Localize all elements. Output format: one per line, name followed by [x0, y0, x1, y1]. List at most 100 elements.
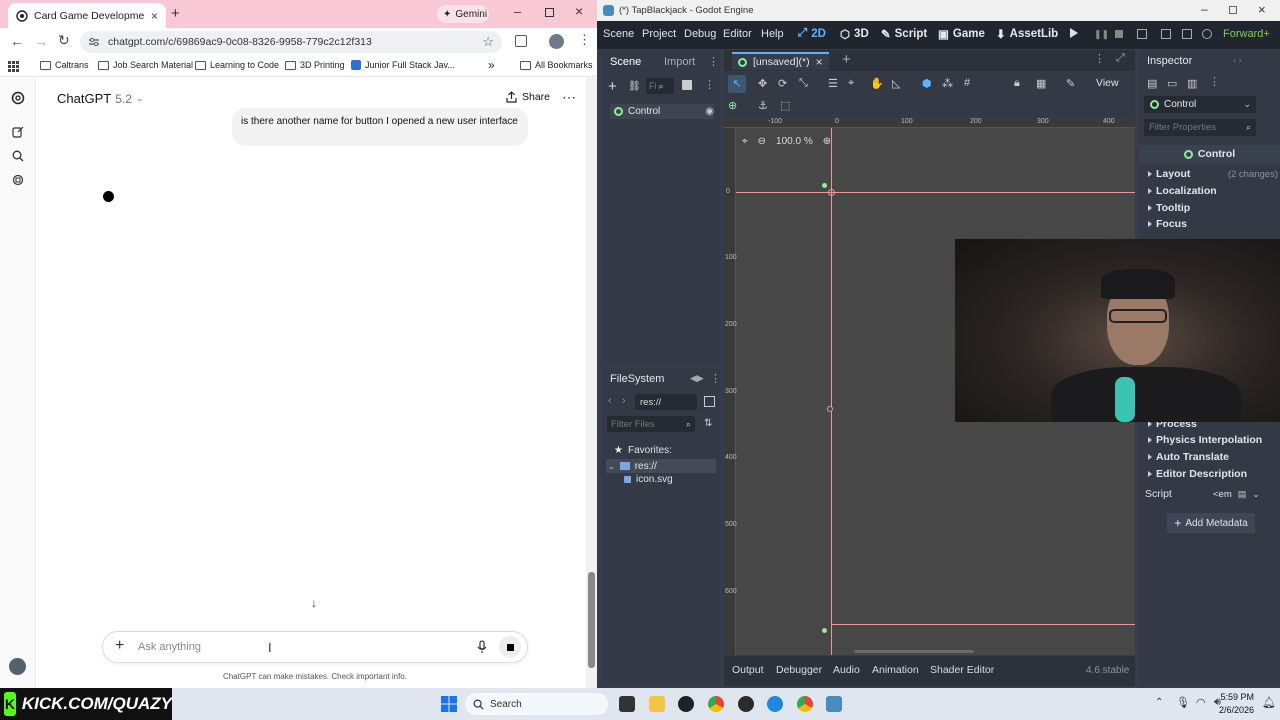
inspector-arrows-icon[interactable]: ‹ › [1233, 55, 1242, 65]
sort-icon[interactable]: ⇅ [704, 418, 712, 429]
bookmark-learning-to-code[interactable]: Learning to Code [195, 60, 279, 70]
dock-menu-icon[interactable]: ⋮ [710, 372, 721, 385]
script-value-field[interactable]: <em ▤ ⌄ [1213, 486, 1277, 502]
close-tab-icon[interactable]: × [151, 9, 158, 23]
extensions-icon[interactable] [515, 35, 527, 47]
bookmarks-overflow[interactable]: » [488, 58, 495, 72]
select-mode-icon[interactable]: ↖ [728, 75, 746, 93]
browser-tab[interactable]: Card Game Development Guid × [8, 3, 166, 28]
chrome-active-icon[interactable] [797, 696, 813, 712]
new-tab-button[interactable]: + [171, 5, 180, 22]
add-scene-tab-icon[interactable]: + [842, 51, 851, 68]
tray-chevron-icon[interactable]: ⌃ [1155, 697, 1163, 708]
new-chat-icon[interactable] [12, 126, 24, 138]
close-window-button[interactable]: × [575, 3, 583, 19]
rotate-mode-icon[interactable]: ⟳ [778, 77, 787, 90]
scene-tabs-menu-icon[interactable]: ⋮ [1094, 52, 1105, 65]
link-icon[interactable]: ⛓ [628, 81, 641, 92]
chrome-icon[interactable] [708, 696, 724, 712]
bookmark-3d-printing[interactable]: 3D Printing [285, 60, 345, 70]
grid-icon[interactable]: # [964, 77, 970, 89]
pause-icon[interactable]: ❚❚ [1094, 29, 1109, 40]
section-tooltip[interactable]: Tooltip [1148, 202, 1190, 214]
play-icon[interactable] [1070, 28, 1078, 38]
lock-icon[interactable]: 🔒︎ [1014, 77, 1020, 90]
taskbar-search[interactable]: Search [465, 693, 608, 715]
menu-kebab-icon[interactable]: ⋮ [578, 32, 591, 48]
list-mode-icon[interactable]: ☰ [828, 77, 838, 90]
scroll-thumb[interactable] [588, 572, 595, 668]
mode-game[interactable]: ▣ Game [938, 27, 985, 41]
godot-close-button[interactable]: × [1258, 2, 1266, 17]
more-options-icon[interactable]: ⋯ [562, 89, 576, 106]
site-info-icon[interactable] [88, 37, 100, 47]
distraction-free-icon[interactable]: ⤢ [1116, 52, 1125, 65]
zoom-in-icon[interactable]: ⊕ [823, 136, 831, 147]
mode-script[interactable]: ✎ Script [881, 27, 927, 41]
open-resource-icon[interactable]: ▭ [1167, 77, 1177, 90]
inspector-menu-icon[interactable]: ⋮ [1209, 75, 1220, 88]
tab-animation[interactable]: Animation [872, 664, 919, 676]
address-bar[interactable]: chatgpt.com/c/69869ac9-0c08-8326-9958-77… [80, 31, 502, 53]
model-selector[interactable]: ChatGPT 5.2 ⌄ [57, 91, 143, 106]
notification-bell-icon[interactable]: 🔔︎ [1262, 696, 1276, 709]
page-scrollbar[interactable] [586, 78, 597, 688]
mode-assetlib[interactable]: ⬇ AssetLib [996, 27, 1058, 41]
history-back-icon[interactable]: ‹ [608, 395, 612, 407]
tab-output[interactable]: Output [732, 664, 764, 676]
scene-tab-unsaved[interactable]: [unsaved](*) × [732, 52, 829, 70]
grid-snap-icon[interactable]: ⁂ [942, 77, 953, 90]
anchor-icon[interactable]: ⚓︎ [758, 99, 768, 112]
search-icon[interactable] [12, 150, 24, 162]
center-view-icon[interactable]: ⌖ [742, 136, 748, 147]
file-explorer-icon[interactable] [649, 696, 665, 712]
tray-mic-icon[interactable]: 🎙︎ [1176, 696, 1190, 709]
section-editor-description[interactable]: Editor Description [1148, 468, 1247, 480]
section-layout[interactable]: Layout (2 changes) [1148, 168, 1278, 180]
new-resource-icon[interactable]: ▤ [1147, 77, 1157, 90]
obs-icon[interactable] [738, 696, 754, 712]
remote-debug-icon[interactable] [1137, 29, 1147, 39]
attach-script-icon[interactable] [682, 80, 692, 90]
move-mode-icon[interactable]: ✥ [758, 77, 767, 90]
menu-editor[interactable]: Editor [723, 28, 752, 40]
godot-maximize-button[interactable] [1229, 6, 1237, 14]
user-avatar[interactable] [9, 658, 26, 675]
windows-start-icon[interactable] [441, 696, 457, 712]
minimize-button[interactable]: – [514, 4, 521, 19]
control-corner-handle[interactable] [822, 628, 827, 633]
pan-mode-icon[interactable]: ✋ [870, 77, 884, 90]
renderer-select[interactable]: Forward+ [1223, 28, 1270, 40]
filter-files-input[interactable]: Filter Files ⌕ [607, 416, 695, 432]
forward-arrow-icon[interactable]: → [34, 33, 48, 49]
group-icon[interactable]: ▦ [1036, 77, 1046, 90]
path-field[interactable]: res:// [635, 394, 697, 410]
mode-3d[interactable]: ⬡ 3D [840, 27, 869, 41]
menu-scene[interactable]: Scene [603, 28, 634, 40]
control-pivot-handle[interactable] [828, 189, 835, 196]
github-app-icon[interactable] [678, 696, 694, 712]
menu-debug[interactable]: Debug [684, 28, 716, 40]
movie-maker-icon[interactable] [1202, 29, 1212, 39]
composer-input[interactable]: Ask anything [138, 641, 201, 653]
ruler-mode-icon[interactable]: ◺ [892, 77, 900, 90]
node-selector[interactable]: Control ⌄ [1144, 96, 1256, 113]
anchor-preset-icon[interactable]: ⊕ [728, 99, 737, 112]
stop-icon[interactable] [1115, 30, 1123, 38]
openai-logo-icon[interactable] [11, 91, 25, 105]
add-node-icon[interactable]: + [608, 78, 617, 95]
dock-arrows-icon[interactable]: ◀▶ [690, 373, 704, 384]
horizontal-scrollbar[interactable] [854, 650, 974, 653]
scene-tree-node-control[interactable]: Control ◉ [610, 104, 714, 119]
container-sizing-icon[interactable]: ⬚ [780, 99, 790, 112]
profile-avatar[interactable] [549, 34, 564, 49]
star-icon[interactable]: ☆ [482, 34, 494, 50]
close-tab-icon[interactable]: × [816, 55, 823, 69]
mode-2d[interactable]: ⤢ 2D [798, 27, 826, 40]
bookmark-caltrans[interactable]: Caltrans [40, 60, 89, 70]
composer[interactable]: + Ask anything I [102, 631, 528, 663]
file-row[interactable]: icon.svg [624, 474, 673, 485]
tab-scene[interactable]: Scene [610, 56, 641, 68]
microphone-icon[interactable] [477, 640, 487, 654]
split-view-icon[interactable] [704, 396, 715, 407]
